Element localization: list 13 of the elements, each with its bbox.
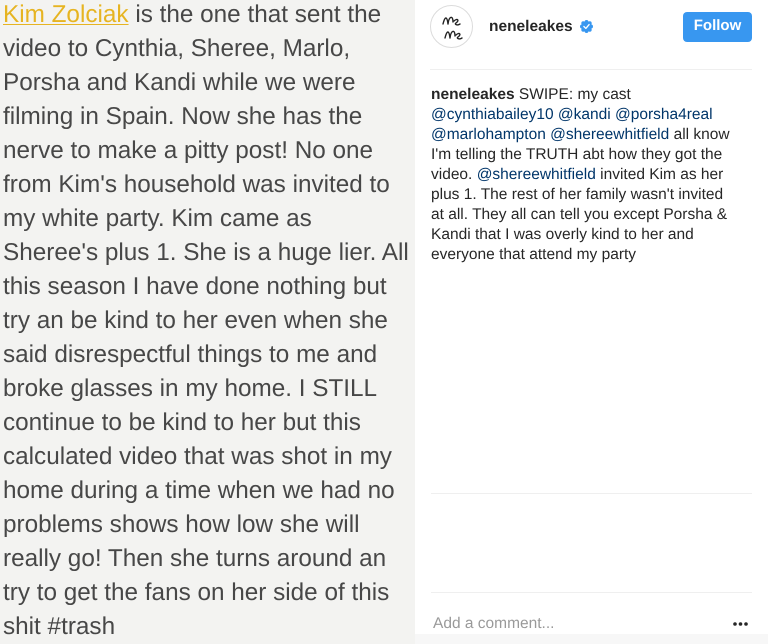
note-text: Kim Zolciak is the one that sent the video to Cynthia, Sheree, Marlo, Porsha and Kandi while we were filming in Spain. Now she has the nerve to make a pitty post! No one from Kim's household was invited to my white party. Kim came as Sheree's plus 1. She is a huge lier. All this season I have done nothing but try an be kind to her even when she said disrespectful things to me and broke glasses in my home. I STILL continue to be kind to her but this calculated video that was shot in my home during a time when we had no problems shows how low she will really go! Then she turns around an try to get the fans on her side of this shit #trash (3, 0, 409, 642)
profile-avatar[interactable] (430, 5, 473, 48)
post-caption: neneleakes SWIPE: my cast @cynthiabailey10 @kandi @porsha4real @marlohampton @shereewhitfield all know I'm telling the TRUTH abt how they got the video. @shereewhitfield invited Kim as her plus 1. The rest of her family wasn't invited at all. They all can tell you except Porsha & Kandi that I was overly kind to her and everyone that attend my party (431, 85, 731, 265)
more-icon[interactable] (733, 622, 748, 626)
mention-link[interactable]: @marlohampton (431, 126, 546, 143)
mention-link[interactable]: @shereewhitfield (476, 166, 596, 183)
mention-link[interactable]: @cynthiabailey10 (431, 106, 554, 123)
username-link[interactable]: neneleakes (431, 86, 515, 103)
comment-field[interactable]: Add a comment... (431, 613, 733, 634)
mention-link[interactable]: @shereewhitfield (550, 126, 670, 143)
mention-link[interactable]: @kandi (558, 106, 611, 123)
username-link[interactable]: neneleakes (489, 14, 573, 38)
mention-link[interactable]: @porsha4real (615, 106, 713, 123)
